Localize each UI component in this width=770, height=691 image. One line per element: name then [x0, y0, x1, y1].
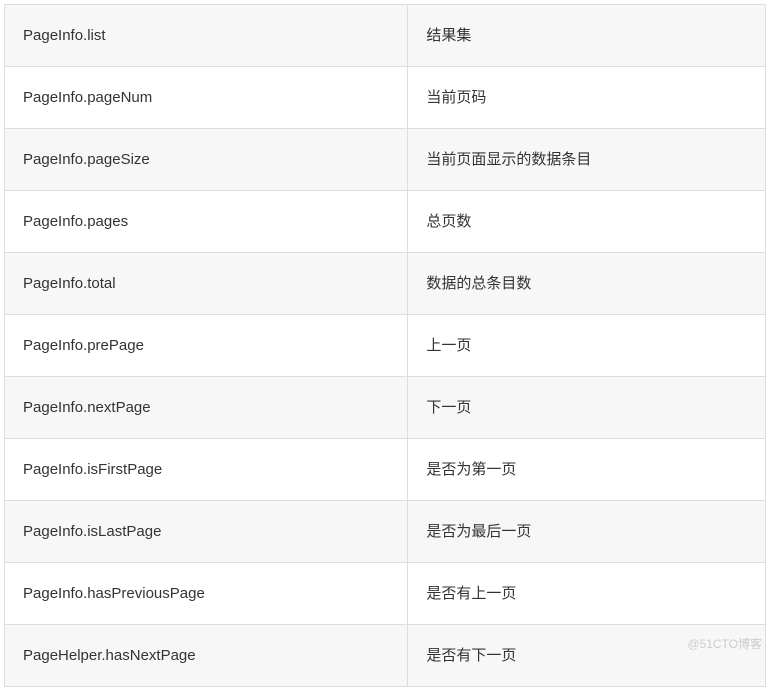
description-cell: 上一页	[408, 315, 766, 377]
pageinfo-table: PageInfo.list 结果集 PageInfo.pageNum 当前页码 …	[4, 4, 766, 687]
description-cell: 总页数	[408, 191, 766, 253]
property-cell: PageInfo.list	[5, 5, 408, 67]
table-row: PageInfo.hasPreviousPage 是否有上一页	[5, 563, 766, 625]
property-cell: PageInfo.hasPreviousPage	[5, 563, 408, 625]
description-cell: 当前页面显示的数据条目	[408, 129, 766, 191]
property-cell: PageInfo.isFirstPage	[5, 439, 408, 501]
table-row: PageInfo.total 数据的总条目数	[5, 253, 766, 315]
description-cell: 是否为第一页	[408, 439, 766, 501]
table-row: PageHelper.hasNextPage 是否有下一页	[5, 625, 766, 687]
property-cell: PageInfo.pages	[5, 191, 408, 253]
table-row: PageInfo.isFirstPage 是否为第一页	[5, 439, 766, 501]
description-cell: 是否为最后一页	[408, 501, 766, 563]
property-cell: PageInfo.pageSize	[5, 129, 408, 191]
table-row: PageInfo.list 结果集	[5, 5, 766, 67]
property-cell: PageInfo.nextPage	[5, 377, 408, 439]
property-cell: PageInfo.pageNum	[5, 67, 408, 129]
property-cell: PageInfo.total	[5, 253, 408, 315]
table-row: PageInfo.pages 总页数	[5, 191, 766, 253]
description-cell: 是否有上一页	[408, 563, 766, 625]
table-body: PageInfo.list 结果集 PageInfo.pageNum 当前页码 …	[5, 5, 766, 687]
table-row: PageInfo.nextPage 下一页	[5, 377, 766, 439]
table-row: PageInfo.isLastPage 是否为最后一页	[5, 501, 766, 563]
description-cell: 数据的总条目数	[408, 253, 766, 315]
description-cell: 结果集	[408, 5, 766, 67]
table-row: PageInfo.pageNum 当前页码	[5, 67, 766, 129]
property-cell: PageInfo.isLastPage	[5, 501, 408, 563]
description-cell: 下一页	[408, 377, 766, 439]
table-row: PageInfo.prePage 上一页	[5, 315, 766, 377]
property-cell: PageInfo.prePage	[5, 315, 408, 377]
table-row: PageInfo.pageSize 当前页面显示的数据条目	[5, 129, 766, 191]
property-cell: PageHelper.hasNextPage	[5, 625, 408, 687]
description-cell: 是否有下一页	[408, 625, 766, 687]
description-cell: 当前页码	[408, 67, 766, 129]
